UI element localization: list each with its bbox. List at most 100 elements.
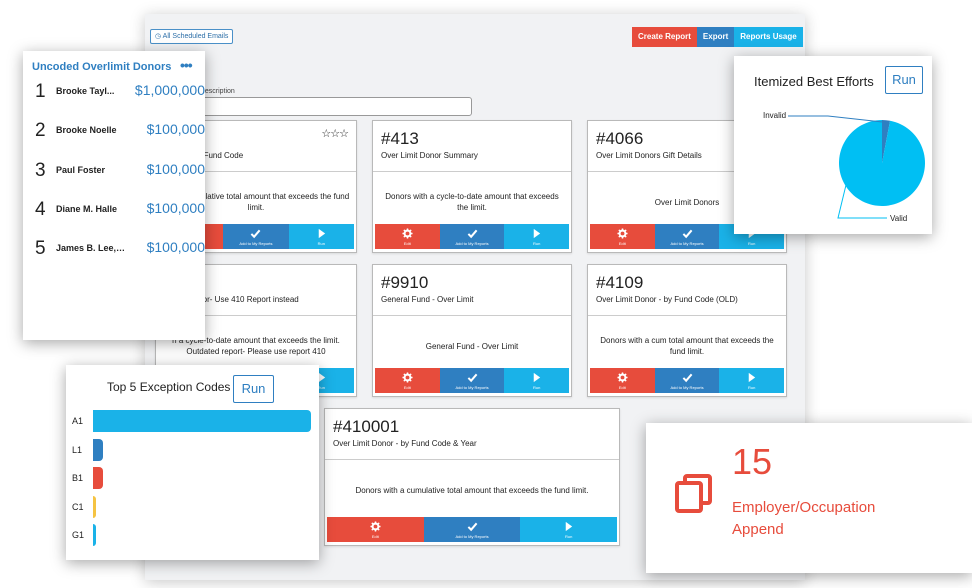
donor-rank: 2 [35, 120, 46, 142]
reports-usage-button[interactable]: Reports Usage [734, 27, 803, 47]
donor-row[interactable]: 2 Brooke Noelle $100,000 [23, 120, 205, 144]
edit-label: Edit [403, 240, 411, 246]
play-icon [746, 372, 757, 385]
exception-bar[interactable] [93, 410, 311, 432]
run-label: Run [565, 533, 573, 539]
add-label: Add to My Reports [239, 240, 273, 246]
report-title: Over Limit Donor - by Fund Code & Year [333, 439, 477, 448]
run-button[interactable]: Run [504, 224, 570, 249]
donor-name: Brooke Noelle [56, 125, 117, 136]
report-card: #413 Over Limit Donor Summary Donors with … [372, 120, 572, 253]
report-description: Donors with a cum total amount that exce… [600, 336, 774, 356]
donor-row[interactable]: 4 Diane M. Halle $100,000 [23, 199, 205, 223]
exception-bar[interactable] [93, 495, 96, 518]
report-card: #410001 Over Limit Donor - by Fund Code &… [324, 408, 620, 546]
add-label: Add to My Reports [670, 240, 704, 246]
exception-bar[interactable] [93, 467, 103, 489]
card-divider [373, 315, 571, 316]
copy-icon [675, 474, 712, 513]
employer-occupation-stat-card[interactable]: 15 Employer/Occupation Append [646, 423, 972, 573]
donor-rank: 1 [35, 81, 46, 102]
donor-rank: 5 [35, 238, 46, 260]
edit-label: Edit [618, 240, 626, 246]
report-title: Over Limit Donor - by Fund Code (OLD) [596, 295, 738, 304]
report-number: #9910 [381, 273, 429, 292]
donor-rank: 4 [35, 198, 46, 220]
report-number: #4066 [596, 129, 644, 148]
edit-button[interactable]: Edit [375, 224, 440, 249]
card-divider [325, 459, 619, 460]
report-actions: Edit Add to My Reports Run [590, 368, 785, 393]
edit-button[interactable]: Edit [327, 517, 424, 542]
add-label: Add to My Reports [455, 240, 489, 246]
report-card: #4109 Over Limit Donor - by Fund Code (OL… [587, 264, 787, 397]
check-icon [682, 372, 693, 385]
donor-name: James B. Lee, ... [56, 243, 126, 254]
exception-codes-title: Top 5 Exception Codes [107, 380, 231, 394]
add-to-my-reports-button[interactable]: Add to My Reports [439, 224, 505, 249]
donor-row[interactable]: 1 Brooke Tayl... $1,000,000 [23, 81, 205, 105]
add-label: Add to My Reports [455, 533, 489, 539]
report-description: Donors with a cumulative total amount th… [355, 485, 589, 495]
exception-bar[interactable] [93, 438, 103, 461]
uncoded-donors-title: Uncoded Overlimit Donors [32, 61, 172, 73]
play-icon [531, 372, 542, 385]
report-actions: Edit Add to My Reports Run [375, 224, 570, 249]
create-report-button[interactable]: Create Report [632, 27, 697, 47]
edit-button[interactable]: Edit [590, 368, 655, 393]
stat-value: 15 [732, 441, 773, 482]
exception-run-button[interactable]: Run [233, 375, 274, 403]
report-actions: Edit Add to My Reports Run [327, 517, 618, 542]
exception-code-label: G1 [72, 530, 85, 540]
run-label: Run [748, 384, 756, 390]
export-button[interactable]: Export [696, 27, 735, 47]
run-button[interactable]: Run [719, 368, 785, 393]
pie-slice[interactable] [839, 120, 925, 207]
report-actions: Edit Add to My Reports Run [375, 368, 570, 393]
stat-label: Employer/Occupation Append [732, 499, 876, 538]
run-button[interactable]: Run [288, 224, 354, 249]
more-menu-icon[interactable]: ••• [180, 57, 193, 73]
pie-leader-line [788, 115, 886, 123]
add-to-my-reports-button[interactable]: Add to My Reports [654, 368, 720, 393]
donor-rank: 3 [35, 159, 46, 181]
add-label: Add to My Reports [670, 384, 704, 390]
edit-button[interactable]: Edit [590, 224, 655, 249]
pie-label-valid: Valid [890, 214, 908, 223]
run-label: Run [533, 384, 541, 390]
report-title: Over Limit Donors Gift Details [596, 151, 702, 160]
edit-label: Edit [618, 384, 626, 390]
report-title: General Fund - Over Limit [381, 295, 474, 304]
scheduled-emails-button[interactable]: ◷ All Scheduled Emails [150, 29, 234, 44]
edit-button[interactable]: Edit [375, 368, 440, 393]
add-to-my-reports-button[interactable]: Add to My Reports [223, 224, 289, 249]
gear-icon [402, 371, 413, 385]
add-to-my-reports-button[interactable]: Add to My Reports [654, 224, 720, 249]
scheduled-emails-label: All Scheduled Emails [162, 33, 229, 40]
card-divider [588, 315, 786, 316]
donor-amount: $100,000 [146, 199, 205, 216]
star-rating-icon[interactable]: ☆☆☆ [321, 127, 349, 140]
exception-bar[interactable] [93, 524, 96, 546]
add-label: Add to My Reports [455, 384, 489, 390]
edit-label: Edit [371, 533, 379, 539]
check-icon [682, 228, 693, 241]
exception-code-label: L1 [72, 444, 83, 455]
check-icon [467, 228, 478, 241]
card-divider [373, 171, 571, 172]
exception-code-label: B1 [72, 473, 84, 483]
donor-amount: $100,000 [146, 121, 205, 138]
donor-row[interactable]: 3 Paul Foster $100,000 [23, 160, 205, 184]
run-label: Run [748, 240, 756, 246]
add-to-my-reports-button[interactable]: Add to My Reports [423, 517, 521, 542]
run-button[interactable]: Run [504, 368, 570, 393]
check-icon [467, 372, 478, 385]
edit-label: Edit [403, 384, 411, 390]
donor-amount: $100,000 [146, 160, 205, 177]
search-input[interactable] [185, 97, 472, 116]
run-button[interactable]: Run [520, 517, 618, 542]
add-to-my-reports-button[interactable]: Add to My Reports [439, 368, 505, 393]
uncoded-donors-panel: Uncoded Overlimit Donors ••• 1 Brooke Ta… [23, 51, 205, 340]
donor-row[interactable]: 5 James B. Lee, ... $100,000 [23, 238, 205, 262]
clock-icon: ◷ [155, 33, 162, 40]
